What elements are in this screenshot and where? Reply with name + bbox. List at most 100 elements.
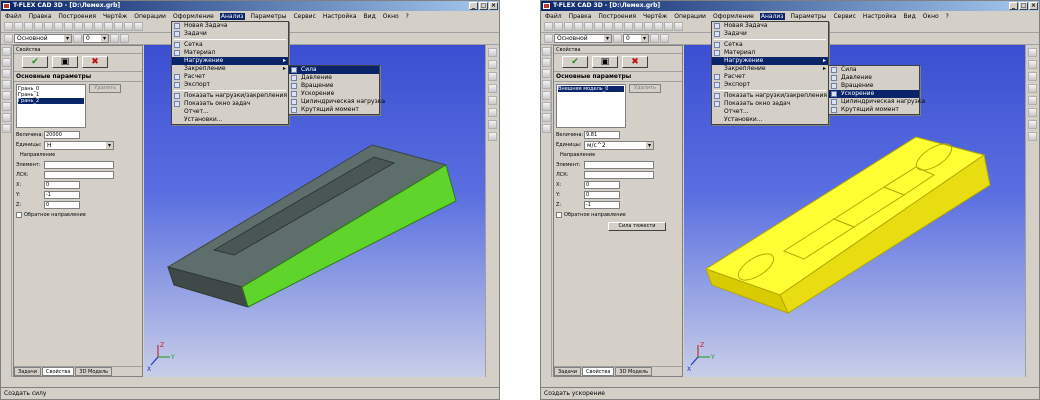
submenu-item-torque[interactable]: Крутящий момент: [829, 106, 919, 114]
menu-item-fixing[interactable]: Закрепление ▸: [712, 65, 828, 73]
menu-parameters[interactable]: Параметры: [250, 13, 288, 20]
menu-window[interactable]: Окно: [382, 13, 400, 20]
profile-icon[interactable]: [2, 102, 11, 111]
wireframe-icon[interactable]: [1028, 120, 1037, 129]
list-item[interactable]: Грань_2: [18, 98, 84, 104]
shade-icon[interactable]: [1028, 108, 1037, 117]
menu-item-mesh[interactable]: Сетка: [172, 41, 288, 49]
menu-settings[interactable]: Настройка: [862, 13, 898, 20]
copy-icon[interactable]: [594, 22, 603, 31]
text-icon[interactable]: [104, 22, 113, 31]
menu-item-loading[interactable]: Нагружение ▸: [172, 57, 288, 65]
snap-icon[interactable]: [120, 34, 129, 43]
models-list[interactable]: Внешняя модель_0: [556, 84, 626, 128]
submenu-item-rotation[interactable]: Вращение: [289, 82, 379, 90]
zoom-out-icon[interactable]: [488, 60, 497, 69]
element-field[interactable]: [44, 161, 114, 169]
point-icon[interactable]: [2, 69, 11, 78]
color-icon[interactable]: [73, 34, 82, 43]
lcs-field[interactable]: [584, 171, 654, 179]
pan-icon[interactable]: [488, 84, 497, 93]
layer-icon[interactable]: [544, 34, 553, 43]
new-icon[interactable]: [544, 22, 553, 31]
menu-file[interactable]: Файл: [544, 13, 563, 20]
zoom-in-icon[interactable]: [488, 48, 497, 57]
line-icon[interactable]: [94, 22, 103, 31]
menu-operations[interactable]: Операции: [673, 13, 707, 20]
units-combo[interactable]: Н: [44, 140, 114, 150]
print-icon[interactable]: [574, 22, 583, 31]
tab-tasks[interactable]: Задачи: [554, 367, 581, 376]
close-button[interactable]: ×: [489, 2, 498, 10]
menu-view[interactable]: Вид: [903, 13, 917, 20]
new-icon[interactable]: [4, 22, 13, 31]
menu-item-settings[interactable]: Установки...: [712, 116, 828, 124]
dimension-icon[interactable]: [124, 22, 133, 31]
select-icon[interactable]: [542, 47, 551, 56]
menu-operations[interactable]: Операции: [133, 13, 167, 20]
menu-help[interactable]: ?: [405, 13, 410, 20]
arrow-icon[interactable]: [2, 80, 11, 89]
submenu-item-cylindrical[interactable]: Цилиндрическая нагрузка: [829, 98, 925, 106]
menu-item-show-tasks[interactable]: Показать окно задач: [712, 100, 828, 108]
shade-icon[interactable]: [488, 108, 497, 117]
copy-icon[interactable]: [54, 22, 63, 31]
snap-icon[interactable]: [660, 34, 669, 43]
level-combo[interactable]: 0: [623, 34, 649, 43]
node-icon[interactable]: [114, 22, 123, 31]
submenu-item-force[interactable]: Сила: [829, 66, 919, 74]
menu-item-mesh[interactable]: Сетка: [712, 41, 828, 49]
tab-3d-model[interactable]: 3D Модель: [615, 367, 653, 376]
zoom-all-icon[interactable]: [488, 72, 497, 81]
menu-annotation[interactable]: Оформление: [172, 13, 215, 20]
x-field[interactable]: 0: [584, 181, 620, 189]
close-button[interactable]: ×: [1029, 2, 1038, 10]
maximize-button[interactable]: □: [479, 2, 488, 10]
menu-item-export[interactable]: Экспорт: [712, 81, 828, 89]
menu-edit[interactable]: Правка: [568, 13, 593, 20]
arrow-icon[interactable]: [542, 80, 551, 89]
workplane-icon[interactable]: [542, 91, 551, 100]
units-combo[interactable]: м/с^2: [584, 140, 654, 150]
tab-tasks[interactable]: Задачи: [14, 367, 41, 376]
pan-icon[interactable]: [1028, 84, 1037, 93]
menu-help[interactable]: ?: [945, 13, 950, 20]
maximize-button[interactable]: □: [1019, 2, 1028, 10]
ok-button[interactable]: ✔: [562, 56, 588, 68]
profile-icon[interactable]: [542, 102, 551, 111]
z-field[interactable]: -1: [584, 201, 620, 209]
menu-edit[interactable]: Правка: [28, 13, 53, 20]
menu-item-report[interactable]: Отчет...: [172, 108, 288, 116]
menu-item-calc[interactable]: Расчет: [712, 73, 828, 81]
extrude-icon[interactable]: [2, 113, 11, 122]
lcs-field[interactable]: [44, 171, 114, 179]
menu-construct[interactable]: Построения: [57, 13, 97, 20]
print-icon[interactable]: [34, 22, 43, 31]
reverse-checkbox[interactable]: [16, 212, 22, 218]
save-icon[interactable]: [564, 22, 573, 31]
line-icon[interactable]: [634, 22, 643, 31]
layer-combo[interactable]: Основной: [554, 34, 612, 43]
redo-icon[interactable]: [84, 22, 93, 31]
menu-item-show-loads[interactable]: Показать нагрузки/закрепления: [712, 92, 828, 100]
menu-analysis[interactable]: Анализ: [759, 12, 785, 20]
paste-icon[interactable]: [604, 22, 613, 31]
save-icon[interactable]: [24, 22, 33, 31]
menu-item-new-task[interactable]: Новая Задача: [172, 22, 288, 30]
hatch-icon[interactable]: [134, 22, 143, 31]
submenu-item-pressure[interactable]: Давление: [289, 74, 379, 82]
text-icon[interactable]: [644, 22, 653, 31]
menu-item-calc[interactable]: Расчет: [172, 73, 288, 81]
menu-drawing[interactable]: Чертёж: [642, 13, 668, 20]
remove-button[interactable]: Удалить: [89, 84, 121, 93]
x-field[interactable]: 0: [44, 181, 80, 189]
tab-properties[interactable]: Свойства: [42, 367, 75, 376]
rotate-view-icon[interactable]: [488, 96, 497, 105]
cut-icon[interactable]: [584, 22, 593, 31]
extrude-icon[interactable]: [542, 113, 551, 122]
redo-icon[interactable]: [624, 22, 633, 31]
submenu-item-acceleration[interactable]: Ускорение: [829, 90, 919, 98]
undo-icon[interactable]: [614, 22, 623, 31]
check-icon[interactable]: [542, 58, 551, 67]
menu-settings[interactable]: Настройка: [322, 13, 358, 20]
